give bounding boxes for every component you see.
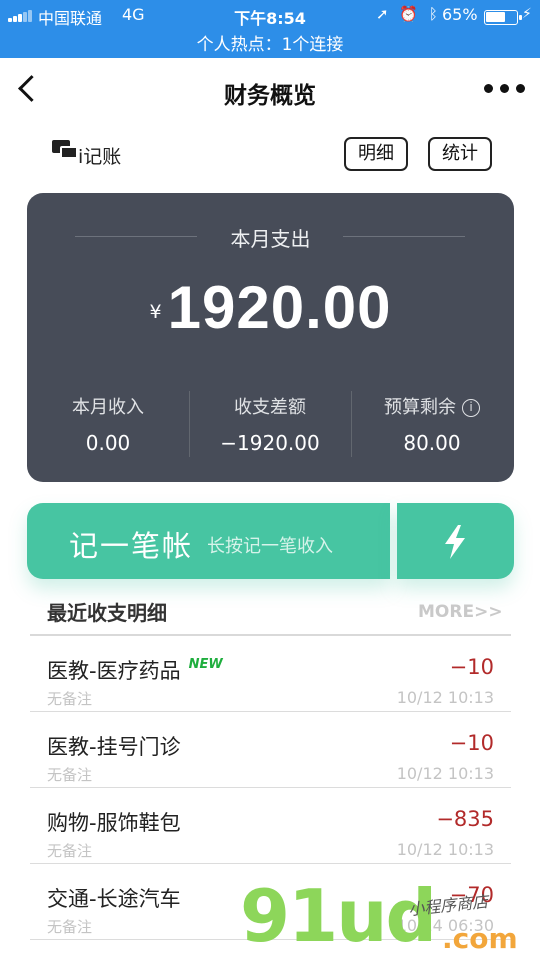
transaction-time: 10/12 10:13 bbox=[396, 688, 494, 707]
navigation-bar: 财务概览 bbox=[0, 58, 540, 122]
transaction-note: 无备注 bbox=[47, 766, 93, 784]
transaction-note: 无备注 bbox=[47, 842, 93, 860]
more-link[interactable]: MORE>> bbox=[418, 602, 503, 622]
transaction-category: 医教-挂号门诊 bbox=[47, 735, 181, 759]
expense-amount: 1920.00 bbox=[167, 274, 392, 341]
transaction-category: 购物-服饰鞋包 bbox=[47, 811, 181, 835]
page-title: 财务概览 bbox=[224, 83, 316, 109]
lightning-bolt-icon bbox=[445, 525, 465, 559]
battery-icon bbox=[484, 10, 522, 25]
record-entry-label: 记一笔帐 bbox=[69, 529, 194, 563]
transaction-category: 交通-长途汽车 bbox=[47, 887, 181, 911]
transaction-item[interactable]: 医教-挂号门诊 −10 无备注 10/12 10:13 bbox=[30, 712, 511, 788]
battery-percentage: 65% bbox=[442, 5, 478, 24]
summary-title: 本月支出 bbox=[230, 227, 311, 251]
transaction-time: 10/12 10:13 bbox=[396, 840, 494, 859]
quick-record-button[interactable] bbox=[397, 503, 514, 579]
balance-stat: 收支差额 −1920.00 bbox=[189, 393, 351, 455]
record-entry-button[interactable]: 记一笔帐 长按记一笔收入 bbox=[27, 503, 390, 579]
watermark-domain: .com bbox=[442, 922, 518, 955]
stat-label: 收支差额 bbox=[234, 397, 306, 418]
detail-button[interactable]: 明细 bbox=[344, 137, 408, 171]
site-watermark: 91ud 小程序商店 .com bbox=[240, 876, 540, 960]
stat-label: 本月收入 bbox=[72, 397, 144, 418]
expense-amount-row: ¥1920.00 bbox=[27, 273, 514, 342]
currency-symbol: ¥ bbox=[149, 301, 162, 323]
transaction-amount: −10 bbox=[449, 731, 494, 755]
stat-label: 预算剩余 bbox=[384, 397, 456, 418]
transaction-category: 医教-医疗药品 bbox=[47, 659, 181, 683]
recent-section-title: 最近收支明细 bbox=[47, 601, 167, 625]
transaction-item[interactable]: 医教-医疗药品 NEW −10 无备注 10/12 10:13 bbox=[30, 636, 511, 712]
new-badge: NEW bbox=[188, 657, 223, 672]
more-dots-icon[interactable] bbox=[484, 84, 526, 96]
transaction-item[interactable]: 购物-服饰鞋包 −835 无备注 10/12 10:13 bbox=[30, 788, 511, 864]
info-icon[interactable]: i bbox=[462, 399, 480, 417]
charging-bolt-icon: ⚡ bbox=[522, 6, 532, 22]
status-bar: 中国联通 4G 下午8:54 ➚ ⏰ ᛒ 65% ⚡ 个人热点：1个连接 bbox=[0, 0, 540, 58]
bluetooth-icon: ᛒ bbox=[428, 5, 438, 23]
stat-value: 80.00 bbox=[403, 431, 461, 455]
budget-stat[interactable]: 预算剩余 i 80.00 bbox=[351, 393, 513, 455]
statistics-button[interactable]: 统计 bbox=[428, 137, 492, 171]
stat-value: −1920.00 bbox=[220, 431, 320, 455]
location-arrow-icon: ➚ bbox=[376, 5, 389, 23]
transaction-time: 10/12 10:13 bbox=[396, 764, 494, 783]
hotspot-banner[interactable]: 个人热点：1个连接 bbox=[0, 30, 540, 55]
income-stat: 本月收入 0.00 bbox=[27, 393, 189, 455]
brand-label: i记账 bbox=[78, 146, 122, 168]
record-entry-hint: 长按记一笔收入 bbox=[207, 536, 333, 557]
chat-bubbles-icon bbox=[52, 140, 80, 162]
monthly-summary-card: 本月支出 ¥1920.00 本月收入 0.00 收支差额 −1920.00 预算… bbox=[27, 193, 514, 482]
transaction-note: 无备注 bbox=[47, 918, 93, 936]
stat-value: 0.00 bbox=[85, 431, 131, 455]
transaction-note: 无备注 bbox=[47, 690, 93, 708]
transaction-amount: −835 bbox=[436, 807, 494, 831]
transaction-amount: −10 bbox=[449, 655, 494, 679]
alarm-clock-icon: ⏰ bbox=[399, 5, 419, 23]
watermark-logo: 91ud bbox=[240, 874, 437, 958]
